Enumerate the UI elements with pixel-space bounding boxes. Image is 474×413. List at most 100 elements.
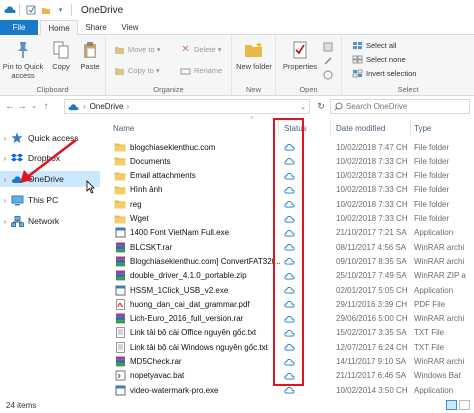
copy-button[interactable]: Copy [48, 40, 74, 71]
copy-to-button[interactable]: Copy to ▾ [114, 65, 160, 76]
properties-quick-icon[interactable] [25, 5, 36, 16]
tab-file[interactable]: File [0, 20, 38, 35]
status-bar: 24 items [0, 397, 474, 413]
address-path[interactable]: OneDrive [90, 102, 124, 111]
cloud-status-icon [282, 241, 296, 253]
file-name: blogchiasekienthuc.com [130, 142, 216, 152]
back-arrow-icon[interactable]: ← [4, 99, 16, 113]
recent-locations-chevron-icon[interactable]: ⌄ [28, 99, 40, 113]
forward-arrow-icon[interactable]: → [16, 99, 28, 113]
expand-chevron-icon[interactable]: › [0, 217, 10, 226]
search-placeholder: Search OneDrive [346, 102, 408, 111]
file-name: BLCSKT.rar [130, 242, 173, 252]
address-path-chevron-icon[interactable]: › [126, 102, 129, 111]
file-row[interactable]: Wget 10/02/2018 7:33 CH File folder [112, 212, 474, 226]
file-row[interactable]: Hình ảnh 10/02/2018 7:33 CH File folder [112, 183, 474, 197]
folder-icon [114, 141, 126, 153]
cloud-status-icon [282, 170, 296, 182]
paste-button[interactable]: Paste [76, 40, 104, 71]
file-row[interactable]: 1400 Font VietNam Full.exe 21/10/2017 7:2… [112, 226, 474, 240]
file-row[interactable]: blogchiasekienthuc.com 10/02/2018 7:47 CH… [112, 140, 474, 154]
file-row[interactable]: Link tải bộ cài Office nguyên gốc.txt 15/… [112, 326, 474, 340]
expand-chevron-icon[interactable]: › [0, 175, 10, 184]
address-field[interactable]: › OneDrive › ⌄ [64, 99, 310, 114]
column-header-date-modified[interactable]: Date modified [336, 122, 385, 134]
select-all-button[interactable]: Select all [352, 40, 396, 51]
expand-chevron-icon[interactable]: › [0, 154, 10, 163]
select-group: Select all Select none Invert selection … [342, 35, 474, 96]
open-dropdown-icon[interactable] [322, 41, 336, 52]
search-input[interactable]: Search OneDrive [330, 99, 470, 114]
select-all-label: Select all [366, 41, 397, 50]
file-row[interactable]: BLCSKT.rar 08/11/2017 4:56 SA WinRAR archi [112, 240, 474, 254]
file-type: Windows Bat [414, 371, 461, 381]
nav-item-dropbox[interactable]: › Dropbox [0, 150, 100, 166]
delete-button[interactable]: ✕ Delete ▾ [180, 44, 221, 55]
clipboard-group-label: Clipboard [36, 85, 69, 94]
application-icon [114, 284, 126, 296]
file-row[interactable]: reg 10/02/2018 7:33 CH File folder [112, 197, 474, 211]
file-name: nopetyavac.bat [130, 371, 185, 381]
file-row[interactable]: Documents 10/02/2018 7:33 CH File folder [112, 154, 474, 168]
copy-to-icon [114, 65, 125, 76]
file-date-modified: 14/11/2017 9:10 SA [336, 357, 407, 366]
batch-file-icon [114, 370, 126, 382]
file-row[interactable]: HSSM_1Click_USB_v2.exe 02/01/2017 5:05 CH… [112, 283, 474, 297]
file-row[interactable]: Blogchiasekienthuc.com] ConvertFAT32t...… [112, 254, 474, 268]
properties-button[interactable]: Properties [280, 40, 320, 71]
organize-group: Move to ▾ Copy to ▾ ✕ Delete ▾ Rename Organ… [106, 35, 232, 96]
file-name: Link tải bộ cài Windows nguyên gốc.txt [130, 342, 268, 352]
file-row[interactable]: Lich-Euro_2016_full_version.rar 29/06/201… [112, 312, 474, 326]
details-view-icon[interactable] [446, 400, 457, 410]
expand-chevron-icon[interactable]: › [0, 134, 10, 143]
star-icon [10, 132, 24, 144]
address-dropdown-icon[interactable]: ⌄ [300, 103, 306, 111]
history-icon[interactable] [322, 69, 336, 80]
large-icons-view-icon[interactable] [459, 400, 470, 410]
tab-view[interactable]: View [115, 20, 145, 35]
cloud-status-icon [282, 198, 296, 210]
file-row[interactable]: Email attachments 10/02/2018 7:33 CH File … [112, 169, 474, 183]
rename-button[interactable]: Rename [180, 65, 222, 76]
nav-item-this-pc[interactable]: › This PC [0, 192, 100, 208]
cloud-status-icon [282, 255, 296, 267]
file-date-modified: 25/10/2017 7:49 SA [336, 271, 407, 281]
nav-item-network[interactable]: › Network [0, 213, 100, 229]
file-type: WinRAR archi [414, 242, 465, 252]
file-type: Application [414, 285, 454, 295]
folder-icon [114, 184, 126, 196]
new-folder-button[interactable]: New folder [234, 40, 274, 71]
file-row[interactable]: video-watermark-pro.exe 10/02/2014 3:50 C… [112, 383, 474, 397]
edit-icon[interactable] [322, 55, 336, 66]
cloud-status-icon [282, 141, 296, 153]
column-header-name[interactable]: Name [113, 122, 134, 134]
address-separator-icon[interactable]: › [83, 102, 86, 111]
new-folder-quick-icon[interactable] [40, 5, 51, 16]
tab-share[interactable]: Share [81, 20, 111, 35]
expand-chevron-icon[interactable]: › [0, 196, 10, 205]
file-name: Hình ảnh [130, 185, 163, 195]
file-row[interactable]: MD5Check.rar 14/11/2017 9:10 SA WinRAR arc… [112, 355, 474, 369]
column-header-status[interactable]: Status [284, 122, 307, 134]
pin-quick-access-button[interactable]: Pin to Quick access [2, 40, 44, 80]
file-row[interactable]: double_driver_4.1.0_portable.zip 25/10/20… [112, 269, 474, 283]
up-arrow-icon[interactable]: ↑ [40, 99, 52, 113]
winrar-archive-icon [114, 313, 126, 325]
nav-item-quick-access[interactable]: › Quick access [0, 130, 100, 146]
file-date-modified: 10/02/2014 3:50 CH [336, 385, 408, 395]
file-row[interactable]: nopetyavac.bat 21/11/2017 6:46 SA Windows … [112, 369, 474, 383]
file-row[interactable]: huong_dan_cai_dat_grammar.pdf 29/11/2016 … [112, 297, 474, 311]
invert-selection-button[interactable]: Invert selection [352, 68, 416, 79]
tab-home[interactable]: Home [40, 20, 78, 36]
nav-item-onedrive[interactable]: › OneDrive [0, 171, 100, 187]
select-none-button[interactable]: Select none [352, 54, 406, 65]
move-to-button[interactable]: Move to ▾ [114, 44, 160, 55]
navigation-pane: › Quick access › Dropbox › OneDrive › Th… [0, 116, 104, 397]
column-header-type[interactable]: Type [414, 122, 431, 134]
refresh-icon[interactable]: ↻ [314, 99, 328, 114]
customize-quick-access-icon[interactable]: ▾ [55, 5, 66, 16]
file-list: Name ˄ Status Date modified Type blogchi… [108, 116, 474, 397]
paste-icon [80, 40, 100, 60]
file-row[interactable]: Link tải bộ cài Windows nguyên gốc.txt 12… [112, 340, 474, 354]
file-date-modified: 10/02/2018 7:33 CH [336, 185, 408, 195]
